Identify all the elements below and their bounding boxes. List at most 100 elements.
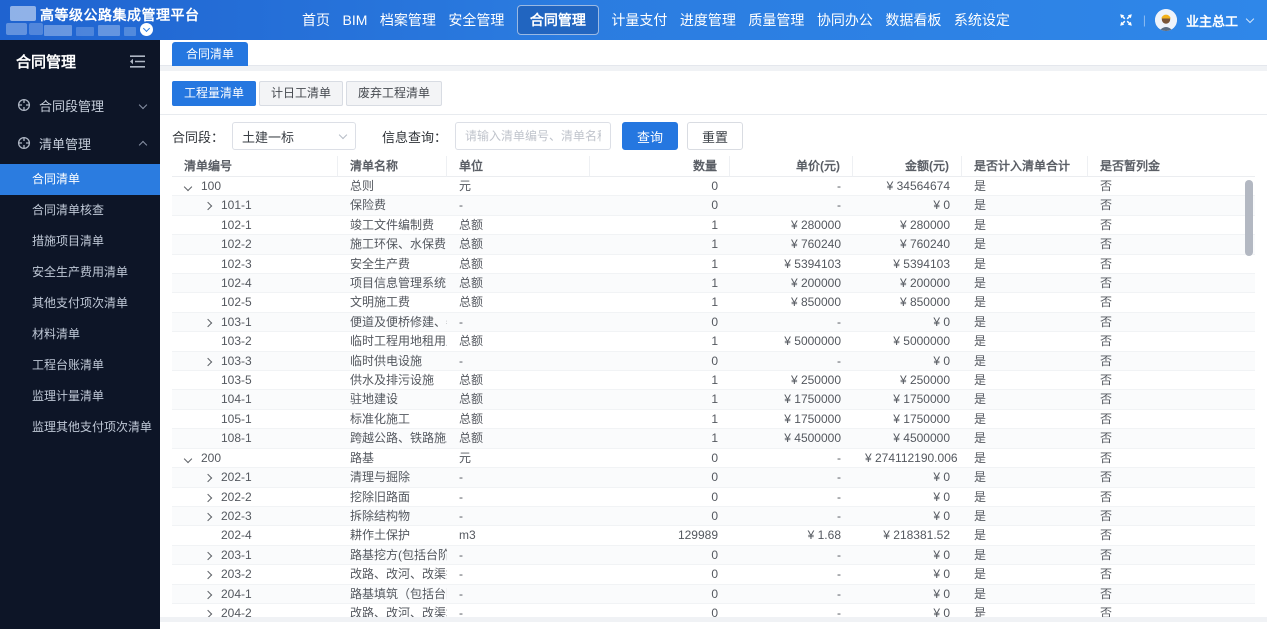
chevron-down-icon[interactable] — [1245, 14, 1255, 23]
expand-caret-icon[interactable] — [183, 454, 193, 463]
cell-unit: 总额 — [447, 332, 590, 352]
header-nav-item[interactable]: 协同办公 — [815, 0, 875, 40]
cell-name: 临时供电设施 — [338, 352, 447, 372]
cell-name: 供水及排污设施 — [338, 371, 447, 391]
table-row[interactable]: 103-5 供水及排污设施 总额 1 ¥ 250000 ¥ 250000 是 否 — [172, 371, 1255, 391]
cell-provisional-sum: 否 — [1088, 177, 1255, 197]
expand-caret-icon[interactable] — [203, 493, 213, 502]
cell-name: 保险费 — [338, 196, 447, 216]
horizontal-scrollbar[interactable] — [160, 622, 1267, 629]
expand-caret-icon[interactable] — [203, 473, 213, 483]
table-row[interactable]: 103-2 临时工程用地租用及清... 总额 1 ¥ 5000000 ¥ 500… — [172, 332, 1255, 352]
table-row[interactable]: 202-2 挖除旧路面 - 0 - ¥ 0 是 否 — [172, 488, 1255, 507]
sub-tab[interactable]: 废弃工程清单 — [346, 81, 443, 106]
sidebar-menu-item[interactable]: 材料清单 — [0, 319, 160, 350]
table-row[interactable]: 102-3 安全生产费 总额 1 ¥ 5394103 ¥ 5394103 是 否 — [172, 255, 1255, 275]
table-row[interactable]: 202-1 清理与掘除 - 0 - ¥ 0 是 否 — [172, 468, 1255, 488]
cell-unit: 元 — [447, 449, 590, 469]
sidebar: 合同管理 合同段管理 清单管理 合同清单 合同清单核查 措施项目清单 安全生产费… — [0, 40, 160, 629]
table-row[interactable]: 100 总则 元 0 - ¥ 34564674 是 否 — [172, 177, 1255, 197]
cell-included-in-total: 是 — [962, 488, 1088, 507]
expand-caret-icon[interactable] — [203, 590, 213, 599]
sidebar-menu-item[interactable]: 合同清单 — [0, 164, 160, 195]
contract-section-select[interactable]: 土建一标 — [232, 122, 357, 150]
header-nav-item[interactable]: 计量支付 — [609, 0, 669, 40]
table-row[interactable]: 202-4 耕作土保护 m3 129989 ¥ 1.68 ¥ 218381.52… — [172, 526, 1255, 546]
expand-caret-icon[interactable] — [203, 202, 213, 211]
table-row[interactable]: 103-1 便道及便桥修建、养护... - 0 - ¥ 0 是 否 — [172, 312, 1255, 333]
cell-code: 102-2 — [172, 235, 338, 255]
cell-name: 拆除结构物 — [338, 507, 447, 527]
table-row[interactable]: 103-3 临时供电设施 - 0 - ¥ 0 是 否 — [172, 351, 1255, 372]
cell-quantity: 1 — [590, 216, 730, 236]
cell-name: 路基挖方(包括台阶开挖) — [338, 546, 447, 566]
sidebar-menu-item[interactable]: 监理计量清单 — [0, 381, 160, 412]
expand-caret-icon[interactable] — [203, 570, 213, 580]
reset-button[interactable]: 重置 — [687, 122, 744, 150]
sidebar-menu-item[interactable]: 安全生产费用清单 — [0, 257, 160, 288]
cell-included-in-total: 是 — [962, 585, 1088, 604]
sidebar-menu-item[interactable]: 监理其他支付项次清单 — [0, 412, 160, 443]
expand-caret-icon[interactable] — [183, 182, 193, 192]
nav-item-label: 计量支付 — [611, 12, 668, 28]
code-text: 102-5 — [221, 295, 252, 310]
user-avatar[interactable] — [1154, 9, 1177, 31]
header-nav-item[interactable]: 档案管理 — [378, 0, 438, 40]
table-row[interactable]: 203-2 改路、改河、改渠挖方(... - 0 - ¥ 0 是 否 — [172, 565, 1255, 585]
expand-caret-icon[interactable] — [203, 551, 213, 560]
menu-group-icon — [17, 98, 31, 112]
table-row[interactable]: 101-1 保险费 - 0 - ¥ 0 是 否 — [172, 196, 1255, 216]
table-row[interactable]: 203-1 路基挖方(包括台阶开挖) - 0 - ¥ 0 是 否 — [172, 545, 1255, 566]
table-row[interactable]: 104-1 驻地建设 总额 1 ¥ 1750000 ¥ 1750000 是 否 — [172, 390, 1255, 410]
header-nav-item[interactable]: 数据看板 — [883, 0, 943, 40]
sidebar-menu-item[interactable]: 措施项目清单 — [0, 226, 160, 257]
table-row[interactable]: 200 路基 元 0 - ¥ 274112190.006 是 否 — [172, 449, 1255, 469]
table-row[interactable]: 102-1 竣工文件编制费 总额 1 ¥ 280000 ¥ 280000 是 否 — [172, 216, 1255, 236]
cell-name: 清理与掘除 — [338, 468, 447, 488]
header-nav-item[interactable]: 合同管理 — [515, 0, 601, 40]
cell-amount: ¥ 250000 — [853, 371, 962, 391]
sub-tab[interactable]: 工程量清单 — [172, 81, 257, 106]
header-nav-item[interactable]: 系统设定 — [952, 0, 1012, 40]
project-dropdown-icon[interactable] — [140, 23, 153, 36]
expand-caret-icon[interactable] — [203, 609, 213, 617]
expand-caret-icon[interactable] — [203, 318, 213, 328]
table-row[interactable]: 108-1 跨越公路、铁路施工干... 总额 1 ¥ 4500000 ¥ 450… — [172, 429, 1255, 449]
construction-worker-avatar-icon — [1154, 9, 1177, 31]
user-name[interactable]: 业主总工 — [1186, 11, 1238, 30]
cell-provisional-sum: 否 — [1088, 565, 1255, 585]
expand-caret-icon[interactable] — [203, 512, 213, 522]
table-row[interactable]: 204-1 路基填筑（包括台阶开... - 0 - ¥ 0 是 否 — [172, 584, 1255, 604]
search-button[interactable]: 查询 — [622, 122, 679, 150]
table-row[interactable]: 102-5 文明施工费 总额 1 ¥ 850000 ¥ 850000 是 否 — [172, 293, 1255, 313]
cell-code: 105-1 — [172, 410, 338, 430]
cell-provisional-sum: 否 — [1088, 235, 1255, 255]
vertical-scrollbar[interactable] — [1245, 180, 1253, 256]
table-row[interactable]: 105-1 标准化施工 总额 1 ¥ 1750000 ¥ 1750000 是 否 — [172, 410, 1255, 430]
search-input[interactable] — [455, 122, 612, 150]
cell-code: 102-4 — [172, 274, 338, 294]
sub-tab[interactable]: 计日工清单 — [259, 81, 344, 106]
table-row[interactable]: 202-3 拆除结构物 - 0 - ¥ 0 是 否 — [172, 506, 1255, 527]
sidebar-menu-item[interactable]: 其他支付项次清单 — [0, 288, 160, 319]
page-tab-contract-list[interactable]: 合同清单 — [172, 42, 249, 66]
table-row[interactable]: 102-4 项目信息管理系统（暂... 总额 1 ¥ 200000 ¥ 2000… — [172, 274, 1255, 294]
table-row[interactable]: 102-2 施工环保、水保费 总额 1 ¥ 760240 ¥ 760240 是 … — [172, 235, 1255, 255]
menu-fold-icon[interactable] — [129, 54, 146, 69]
cell-unit: - — [447, 313, 590, 333]
sidebar-menu-item[interactable]: 工程台账清单 — [0, 350, 160, 381]
sidebar-group-list-management[interactable]: 清单管理 — [0, 128, 160, 158]
sidebar-menu-item[interactable]: 合同清单核查 — [0, 195, 160, 226]
sidebar-group-contract-sections[interactable]: 合同段管理 — [0, 90, 160, 120]
table-row[interactable]: 204-2 改路、改河、改渠填筑(... - 0 - ¥ 0 是 否 — [172, 604, 1255, 617]
code-text: 202-3 — [221, 508, 252, 523]
fullscreen-expand-icon[interactable] — [1118, 12, 1134, 28]
header-nav-item[interactable]: 安全管理 — [446, 0, 506, 40]
expand-caret-icon[interactable] — [203, 357, 213, 366]
header-nav-item[interactable]: 进度管理 — [678, 0, 738, 40]
header-nav-item[interactable]: BIM — [341, 0, 370, 40]
cell-amount: ¥ 218381.52 — [853, 526, 962, 546]
header-nav-item[interactable]: 首页 — [300, 0, 332, 40]
header-nav-item[interactable]: 质量管理 — [746, 0, 806, 40]
cell-code: 104-1 — [172, 390, 338, 410]
